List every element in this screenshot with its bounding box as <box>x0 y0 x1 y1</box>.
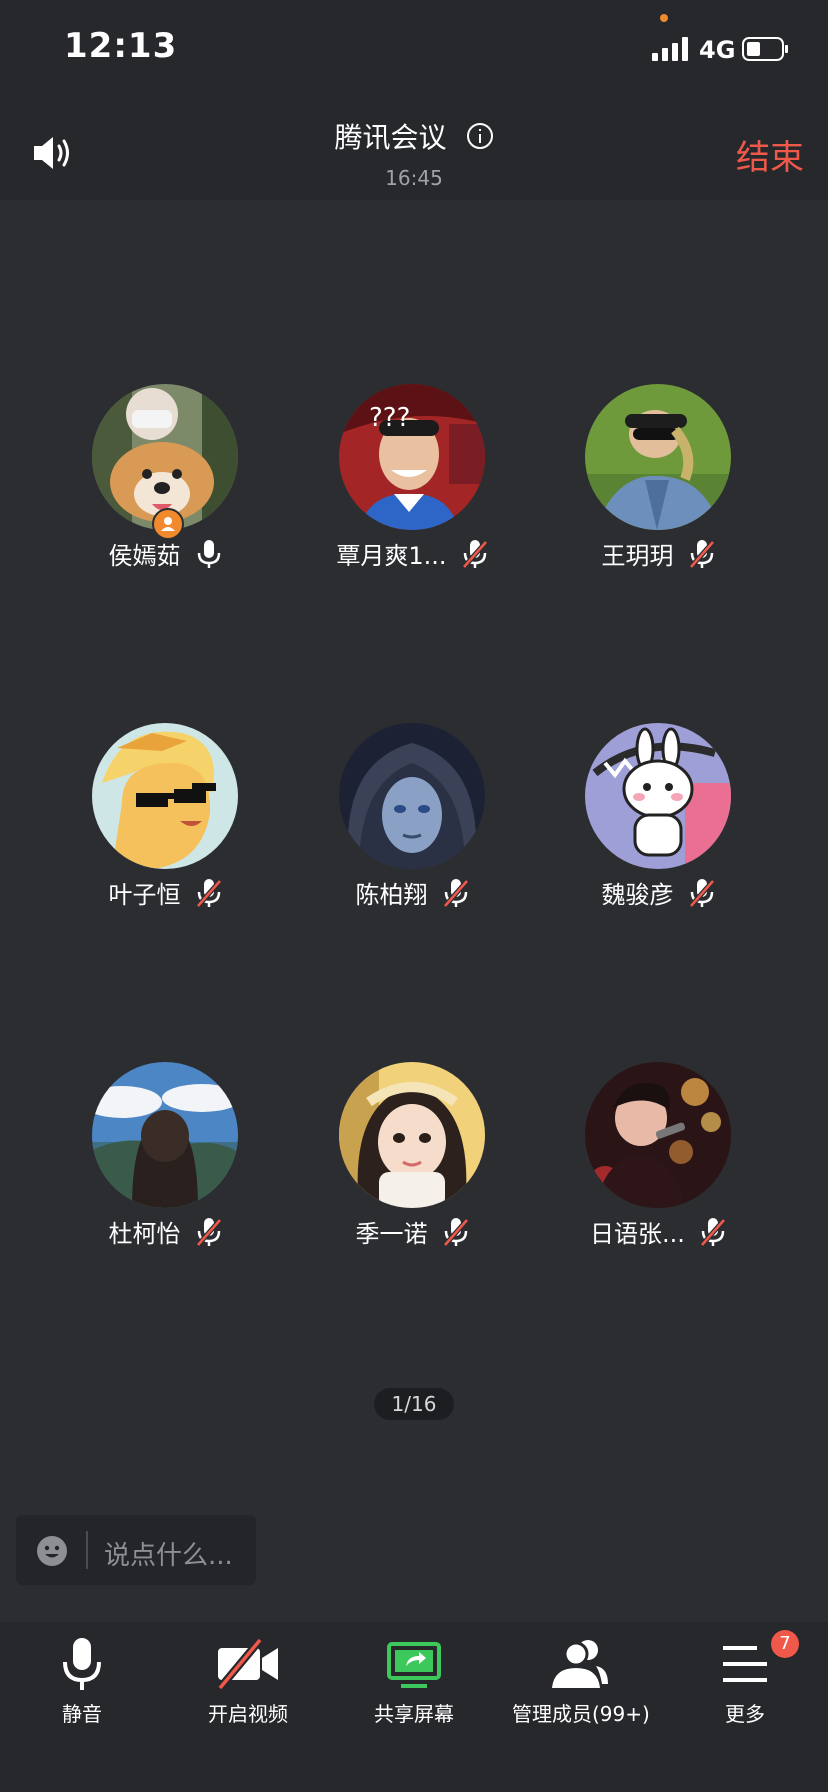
status-bar: 12:13 4G <box>0 0 828 100</box>
meeting-title-text: 腾讯会议 <box>334 121 447 154</box>
bottom-toolbar: 静音 开启视频 共享屏幕 管理成员(99+) 7 更多 <box>0 1622 828 1792</box>
start-video-button[interactable]: 开启视频 <box>198 1636 298 1727</box>
network-type: 4G <box>699 36 736 64</box>
manage-members-button[interactable]: 管理成员(99+) <box>512 1636 650 1727</box>
meeting-duration: 16:45 <box>385 166 443 190</box>
participant-name: 叶子恒 <box>108 881 181 909</box>
participant-tile[interactable]: 日语张... <box>527 1062 774 1262</box>
avatar <box>585 384 731 530</box>
mic-muted-icon <box>688 539 715 569</box>
chat-input[interactable]: 说点什么... <box>16 1515 256 1585</box>
avatar <box>92 1062 238 1208</box>
participant-label: 覃月爽1... <box>281 536 543 571</box>
avatar <box>92 723 238 869</box>
mic-muted-icon <box>688 878 715 908</box>
menu-icon <box>723 1646 767 1682</box>
mic-muted-icon <box>195 1217 222 1247</box>
page-indicator: 1/16 <box>374 1388 454 1420</box>
privacy-indicator-dot <box>660 14 668 22</box>
mic-muted-icon <box>442 1217 469 1247</box>
participant-tile[interactable]: 陈柏翔 <box>281 723 528 923</box>
participant-tile[interactable]: ??? 覃月爽1... <box>281 384 528 584</box>
signal-icon <box>652 37 688 61</box>
avatar <box>585 723 731 869</box>
mute-button[interactable]: 静音 <box>42 1636 122 1727</box>
mic-muted-icon <box>700 1217 726 1247</box>
mic-muted-icon <box>442 878 469 908</box>
clock: 12:13 <box>64 26 178 66</box>
participant-name: 季一诺 <box>355 1220 428 1248</box>
meeting-header: 腾讯会议 16:45 结束 <box>0 100 828 200</box>
divider <box>86 1531 88 1569</box>
participant-label: 王玥玥 <box>527 536 789 571</box>
participant-label: 日语张... <box>527 1214 789 1249</box>
end-meeting-button[interactable]: 结束 <box>736 130 804 179</box>
participant-name: 杜柯怡 <box>108 1220 181 1248</box>
mic-muted-icon <box>195 878 222 908</box>
microphone-icon <box>63 1638 101 1690</box>
members-icon <box>552 1640 608 1688</box>
battery-icon <box>742 37 788 61</box>
info-icon[interactable] <box>467 123 494 149</box>
participant-label: 侯嫣茹 <box>34 536 296 571</box>
mute-label: 静音 <box>62 1702 102 1726</box>
share-screen-button[interactable]: 共享屏幕 <box>364 1636 464 1727</box>
participant-name: 王玥玥 <box>601 542 674 570</box>
meeting-title[interactable]: 腾讯会议 <box>0 116 828 156</box>
participant-name: 陈柏翔 <box>355 881 428 909</box>
video-off-icon <box>216 1637 278 1691</box>
participant-tile[interactable]: 王玥玥 <box>527 384 774 584</box>
avatar <box>339 1062 485 1208</box>
participant-name: 侯嫣茹 <box>108 542 181 570</box>
notification-badge: 7 <box>771 1630 799 1658</box>
more-label: 更多 <box>725 1702 765 1726</box>
participant-name: 日语张... <box>590 1220 685 1248</box>
participant-label: 叶子恒 <box>34 875 296 910</box>
avatar: ??? <box>339 384 485 530</box>
participant-label: 季一诺 <box>281 1214 543 1249</box>
participant-label: 陈柏翔 <box>281 875 543 910</box>
mic-on-icon <box>197 539 220 568</box>
participant-tile[interactable]: 叶子恒 <box>34 723 281 923</box>
avatar-overlay-text: ??? <box>369 403 410 433</box>
participant-tile[interactable]: 季一诺 <box>281 1062 528 1262</box>
participant-tile[interactable]: 侯嫣茹 <box>34 384 281 584</box>
more-button[interactable]: 7 更多 <box>705 1630 799 1727</box>
avatar <box>585 1062 731 1208</box>
manage-members-label: 管理成员(99+) <box>512 1702 650 1726</box>
avatar <box>339 723 485 869</box>
chat-placeholder: 说点什么... <box>104 1541 233 1571</box>
start-video-label: 开启视频 <box>208 1702 288 1726</box>
mic-muted-icon <box>461 539 488 569</box>
participant-label: 魏骏彦 <box>527 875 789 910</box>
participant-label: 杜柯怡 <box>34 1214 296 1249</box>
share-screen-icon <box>387 1642 441 1688</box>
participant-name: 覃月爽1... <box>336 542 447 570</box>
participant-name: 魏骏彦 <box>601 881 674 909</box>
participant-tile[interactable]: 魏骏彦 <box>527 723 774 923</box>
share-screen-label: 共享屏幕 <box>374 1702 454 1726</box>
participant-tile[interactable]: 杜柯怡 <box>34 1062 281 1262</box>
emoji-icon[interactable] <box>36 1535 68 1567</box>
